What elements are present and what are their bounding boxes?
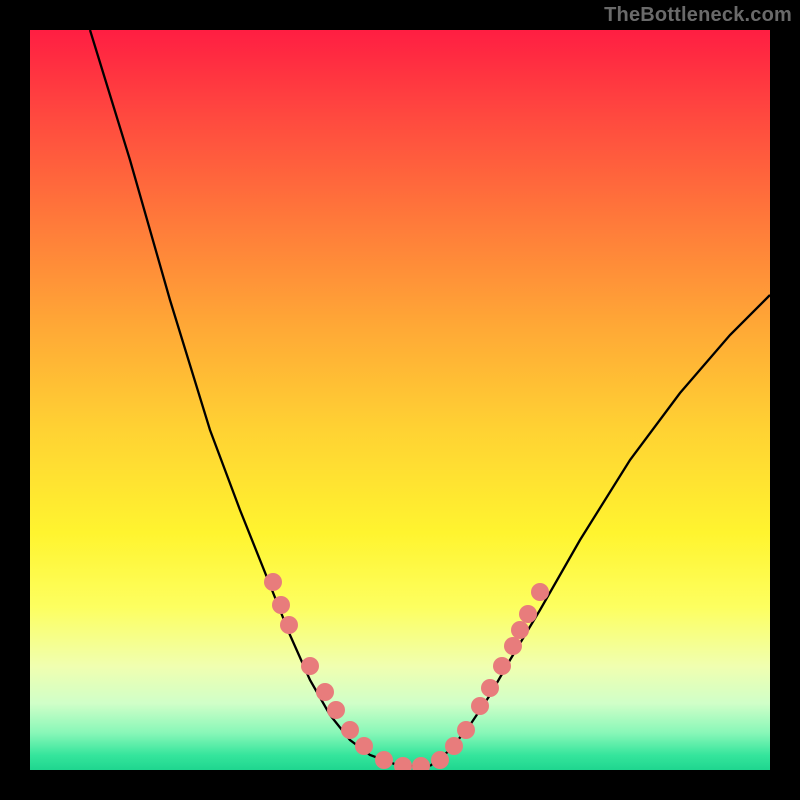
marker-dot xyxy=(394,757,412,770)
marker-dot xyxy=(531,583,549,601)
marker-dot xyxy=(272,596,290,614)
chart-svg xyxy=(30,30,770,770)
marker-dot xyxy=(355,737,373,755)
marker-dot xyxy=(327,701,345,719)
watermark-text: TheBottleneck.com xyxy=(604,4,792,27)
marker-dot xyxy=(264,573,282,591)
marker-dots-group xyxy=(264,573,549,770)
curve-left-path xyxy=(90,30,400,766)
marker-dot xyxy=(511,621,529,639)
marker-dot xyxy=(341,721,359,739)
marker-dot xyxy=(471,697,489,715)
marker-dot xyxy=(457,721,475,739)
marker-dot xyxy=(519,605,537,623)
marker-dot xyxy=(280,616,298,634)
marker-dot xyxy=(431,751,449,769)
marker-dot xyxy=(481,679,499,697)
marker-dot xyxy=(493,657,511,675)
marker-dot xyxy=(445,737,463,755)
outer-frame: TheBottleneck.com xyxy=(0,0,800,800)
marker-dot xyxy=(301,657,319,675)
marker-dot xyxy=(504,637,522,655)
marker-dot xyxy=(375,751,393,769)
marker-dot xyxy=(412,757,430,770)
marker-dot xyxy=(316,683,334,701)
curve-right-path xyxy=(430,295,770,766)
gradient-plot-area xyxy=(30,30,770,770)
